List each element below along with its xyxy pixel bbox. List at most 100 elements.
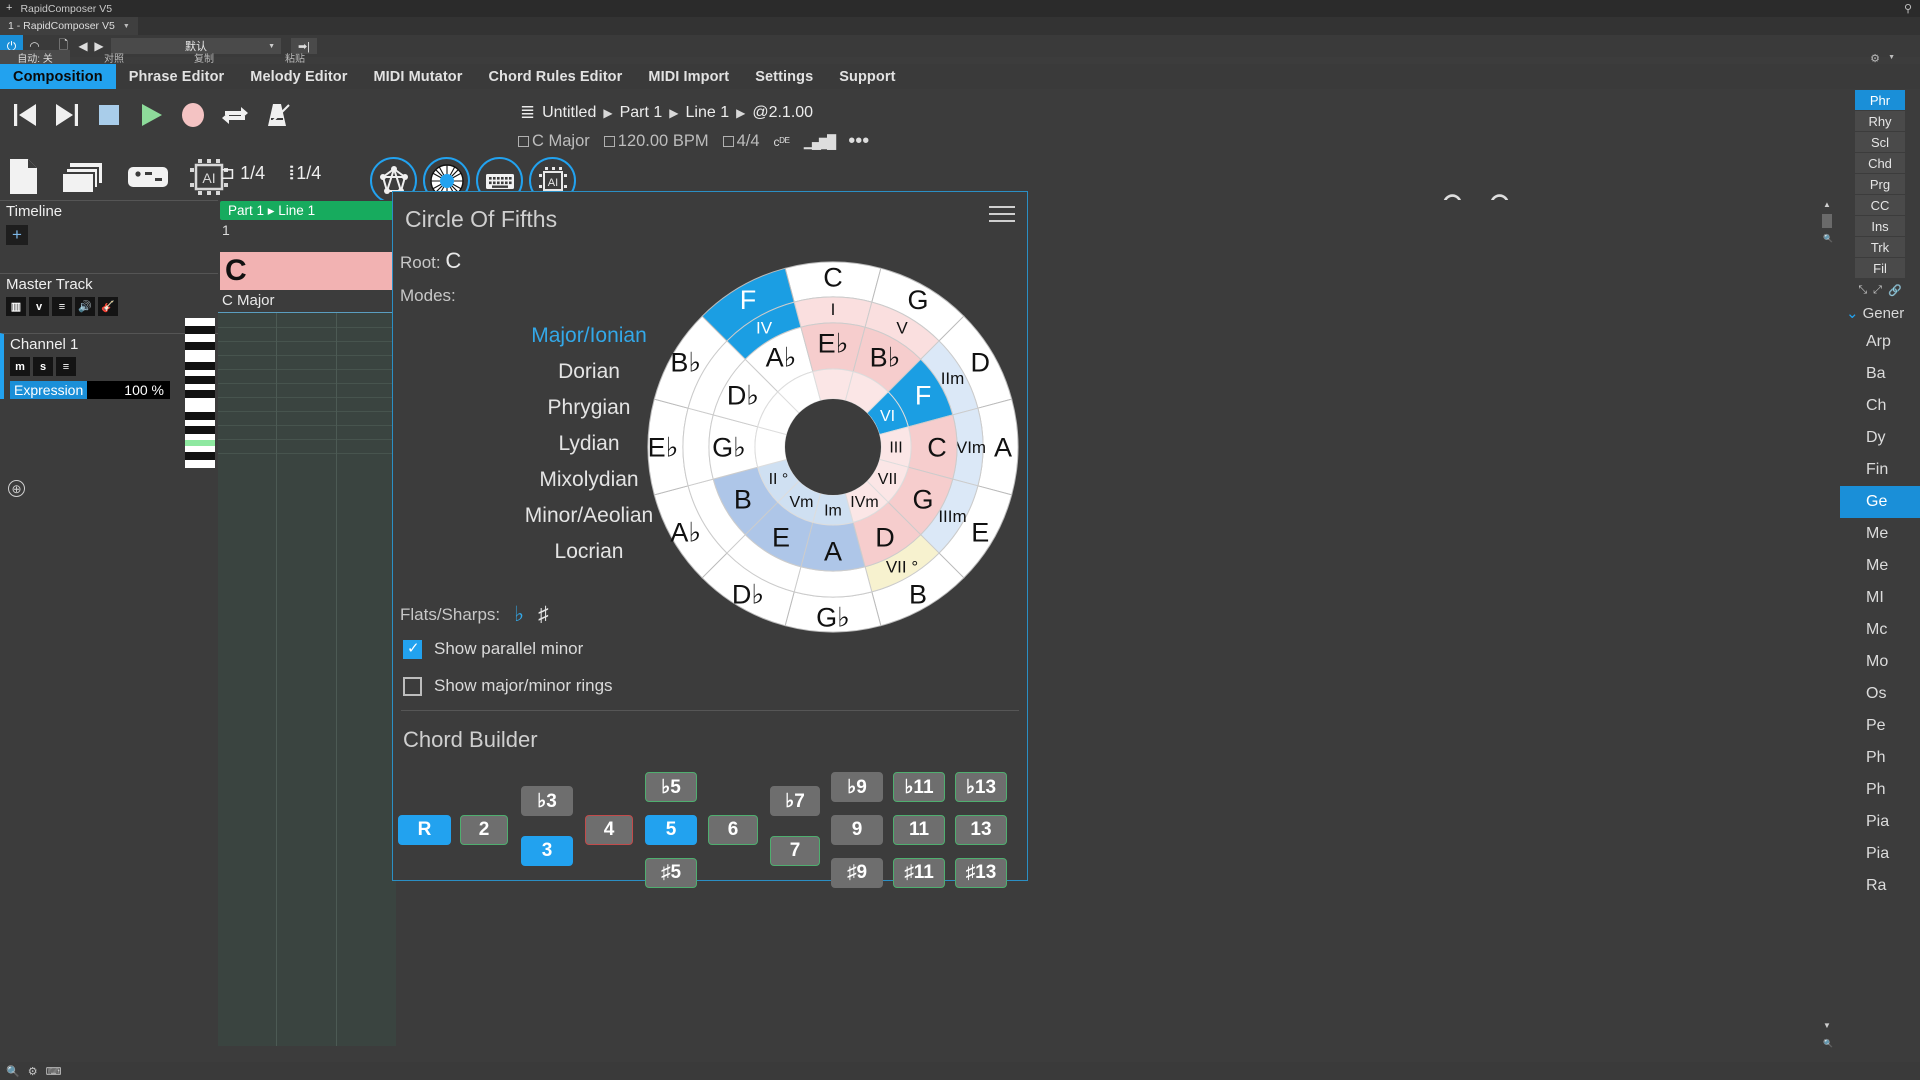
layers-icon[interactable] [60,157,108,197]
grid-control[interactable]: ⦙⦙ 1/4 [289,163,321,184]
generator-item-1[interactable]: Ba [1840,358,1920,390]
generator-item-9[interactable]: Mc [1840,614,1920,646]
go-to-start-button[interactable] [8,97,41,133]
menu-icon[interactable]: ≡ [56,357,76,376]
plugin-instance-tab[interactable]: 1 - RapidComposer V5 ▼ [0,17,138,35]
chord-degree-button-2[interactable]: ♭3 [521,786,573,816]
list-icon[interactable]: ≡ [52,297,72,316]
scroll-up-icon[interactable]: ▲ [1823,200,1831,209]
generator-item-8[interactable]: MI [1840,582,1920,614]
plugin-mini-button-1[interactable]: 对照 [70,50,158,65]
new-document-icon[interactable] [6,157,42,197]
breadcrumb-line[interactable]: Line 1 [686,104,730,122]
chord-degree-button-10[interactable]: 7 [770,836,820,866]
chord-degree-button-16[interactable]: ♯11 [893,858,945,888]
generator-item-5[interactable]: Ge [1840,486,1920,518]
list-icon[interactable]: ≣ [520,102,535,123]
checkbox-icon[interactable] [518,136,529,147]
chevron-down-icon[interactable]: ▼ [1888,54,1895,61]
generator-item-2[interactable]: Ch [1840,390,1920,422]
generator-item-3[interactable]: Dy [1840,422,1920,454]
generator-item-15[interactable]: Pia [1840,806,1920,838]
chevron-icon[interactable]: v [29,297,49,316]
new-tab-icon[interactable]: + [6,3,12,14]
tab-midi-import[interactable]: MIDI Import [635,64,742,89]
settings-status-icon[interactable]: ⚙ [28,1065,38,1078]
scrollbar-thumb[interactable] [1822,214,1832,228]
generator-item-13[interactable]: Ph [1840,742,1920,774]
stop-button[interactable] [92,97,125,133]
chord-symbol-icon[interactable]: cᴰᴱ [774,135,790,149]
rail-button-fil[interactable]: Fil [1855,258,1905,278]
metronome-button[interactable] [260,97,293,133]
rail-button-prg[interactable]: Prg [1855,174,1905,194]
more-options-icon[interactable]: ••• [848,130,869,153]
tab-melody-editor[interactable]: Melody Editor [237,64,360,89]
rail-button-cc[interactable]: CC [1855,195,1905,215]
show-rings-row[interactable]: Show major/minor rings [403,676,613,696]
generator-item-17[interactable]: Ra [1840,870,1920,902]
keyboard-status-icon[interactable]: ⌨ [46,1065,62,1078]
chord-degree-button-1[interactable]: 2 [460,815,508,845]
chord-degree-button-5[interactable]: ♭5 [645,772,697,802]
generator-item-12[interactable]: Pe [1840,710,1920,742]
go-to-end-button[interactable] [50,97,83,133]
breadcrumb-project[interactable]: Untitled [542,104,596,122]
zoom-out-icon[interactable]: 🔍 [1823,1039,1833,1048]
speaker-icon[interactable]: 🔊 [75,297,95,316]
expression-control[interactable]: Expression 100 % [10,381,170,399]
checkbox-icon[interactable] [722,136,734,147]
chord-degree-button-6[interactable]: 5 [645,815,697,845]
root-value[interactable]: C [445,248,461,273]
mute-icon[interactable]: m [10,357,30,376]
chord-degree-button-3[interactable]: 3 [521,836,573,866]
velocity-icon[interactable]: ▁▄▆█ [804,134,836,150]
flat-button[interactable]: ♭ [514,602,524,627]
record-button[interactable] [176,97,209,133]
hamburger-icon[interactable] [989,206,1015,224]
generator-item-16[interactable]: Pia [1840,838,1920,870]
chord-clip[interactable]: C [220,252,396,290]
breadcrumb-part[interactable]: Part 1 [620,104,663,122]
generator-item-10[interactable]: Mo [1840,646,1920,678]
chevron-down-icon[interactable]: ▼ [268,43,275,50]
add-timeline-icon[interactable]: + [6,225,28,245]
part-line-pill[interactable]: Part 1 ▸ Line 1 [220,201,395,220]
generator-item-6[interactable]: Me [1840,518,1920,550]
chord-degree-button-14[interactable]: ♭11 [893,772,945,802]
tab-settings[interactable]: Settings [742,64,826,89]
zoom-in-icon[interactable]: 🔍 [1823,234,1833,243]
midi-device-icon[interactable] [126,157,170,197]
rail-button-rhy[interactable]: Rhy [1855,111,1905,131]
show-parallel-minor-row[interactable]: Show parallel minor [403,639,583,659]
plugin-mini-button-0[interactable]: 自动: 关 [0,50,70,65]
guitar-icon[interactable]: 🎸 [98,297,118,316]
chord-degree-button-0[interactable]: R [398,815,451,845]
chord-degree-button-13[interactable]: ♯9 [831,858,883,888]
rail-button-scl[interactable]: Scl [1855,132,1905,152]
generator-item-0[interactable]: Arp [1840,326,1920,358]
collapse-icon[interactable]: ⤡ [1858,284,1867,297]
rail-button-chd[interactable]: Chd [1855,153,1905,173]
note-grid[interactable] [218,312,396,1046]
chord-degree-button-9[interactable]: ♭7 [770,786,820,816]
circle-of-fifths-wheel[interactable]: CI GVDIImAVImEIIImBVII °G♭D♭A♭E♭B♭FIVAImE… [643,247,1023,647]
chord-degree-button-18[interactable]: 13 [955,815,1007,845]
zoom-status-icon[interactable]: 🔍 [6,1065,20,1078]
generator-item-7[interactable]: Me [1840,550,1920,582]
tab-phrase-editor[interactable]: Phrase Editor [116,64,238,89]
plugin-mini-button-3[interactable]: 粘贴 [250,50,340,65]
show-parallel-minor-checkbox[interactable] [403,639,422,659]
tab-chord-rules-editor[interactable]: Chord Rules Editor [475,64,635,89]
chord-degree-button-4[interactable]: 4 [585,815,633,845]
tab-midi-mutator[interactable]: MIDI Mutator [360,64,475,89]
vertical-scrollbar[interactable]: ▲ ▼ 🔍 🔍 [1820,198,1834,1052]
chord-degree-button-15[interactable]: 11 [893,815,945,845]
key-signature-field[interactable]: C Major [518,132,590,151]
chord-degree-button-12[interactable]: 9 [831,815,883,845]
pin-icon[interactable]: ⚲ [1904,2,1912,15]
chord-degree-button-7[interactable]: ♯5 [645,858,697,888]
rail-button-trk[interactable]: Trk [1855,237,1905,257]
chord-degree-button-8[interactable]: 6 [708,815,758,845]
generator-group-header[interactable]: ⌄ Gener [1840,304,1920,323]
